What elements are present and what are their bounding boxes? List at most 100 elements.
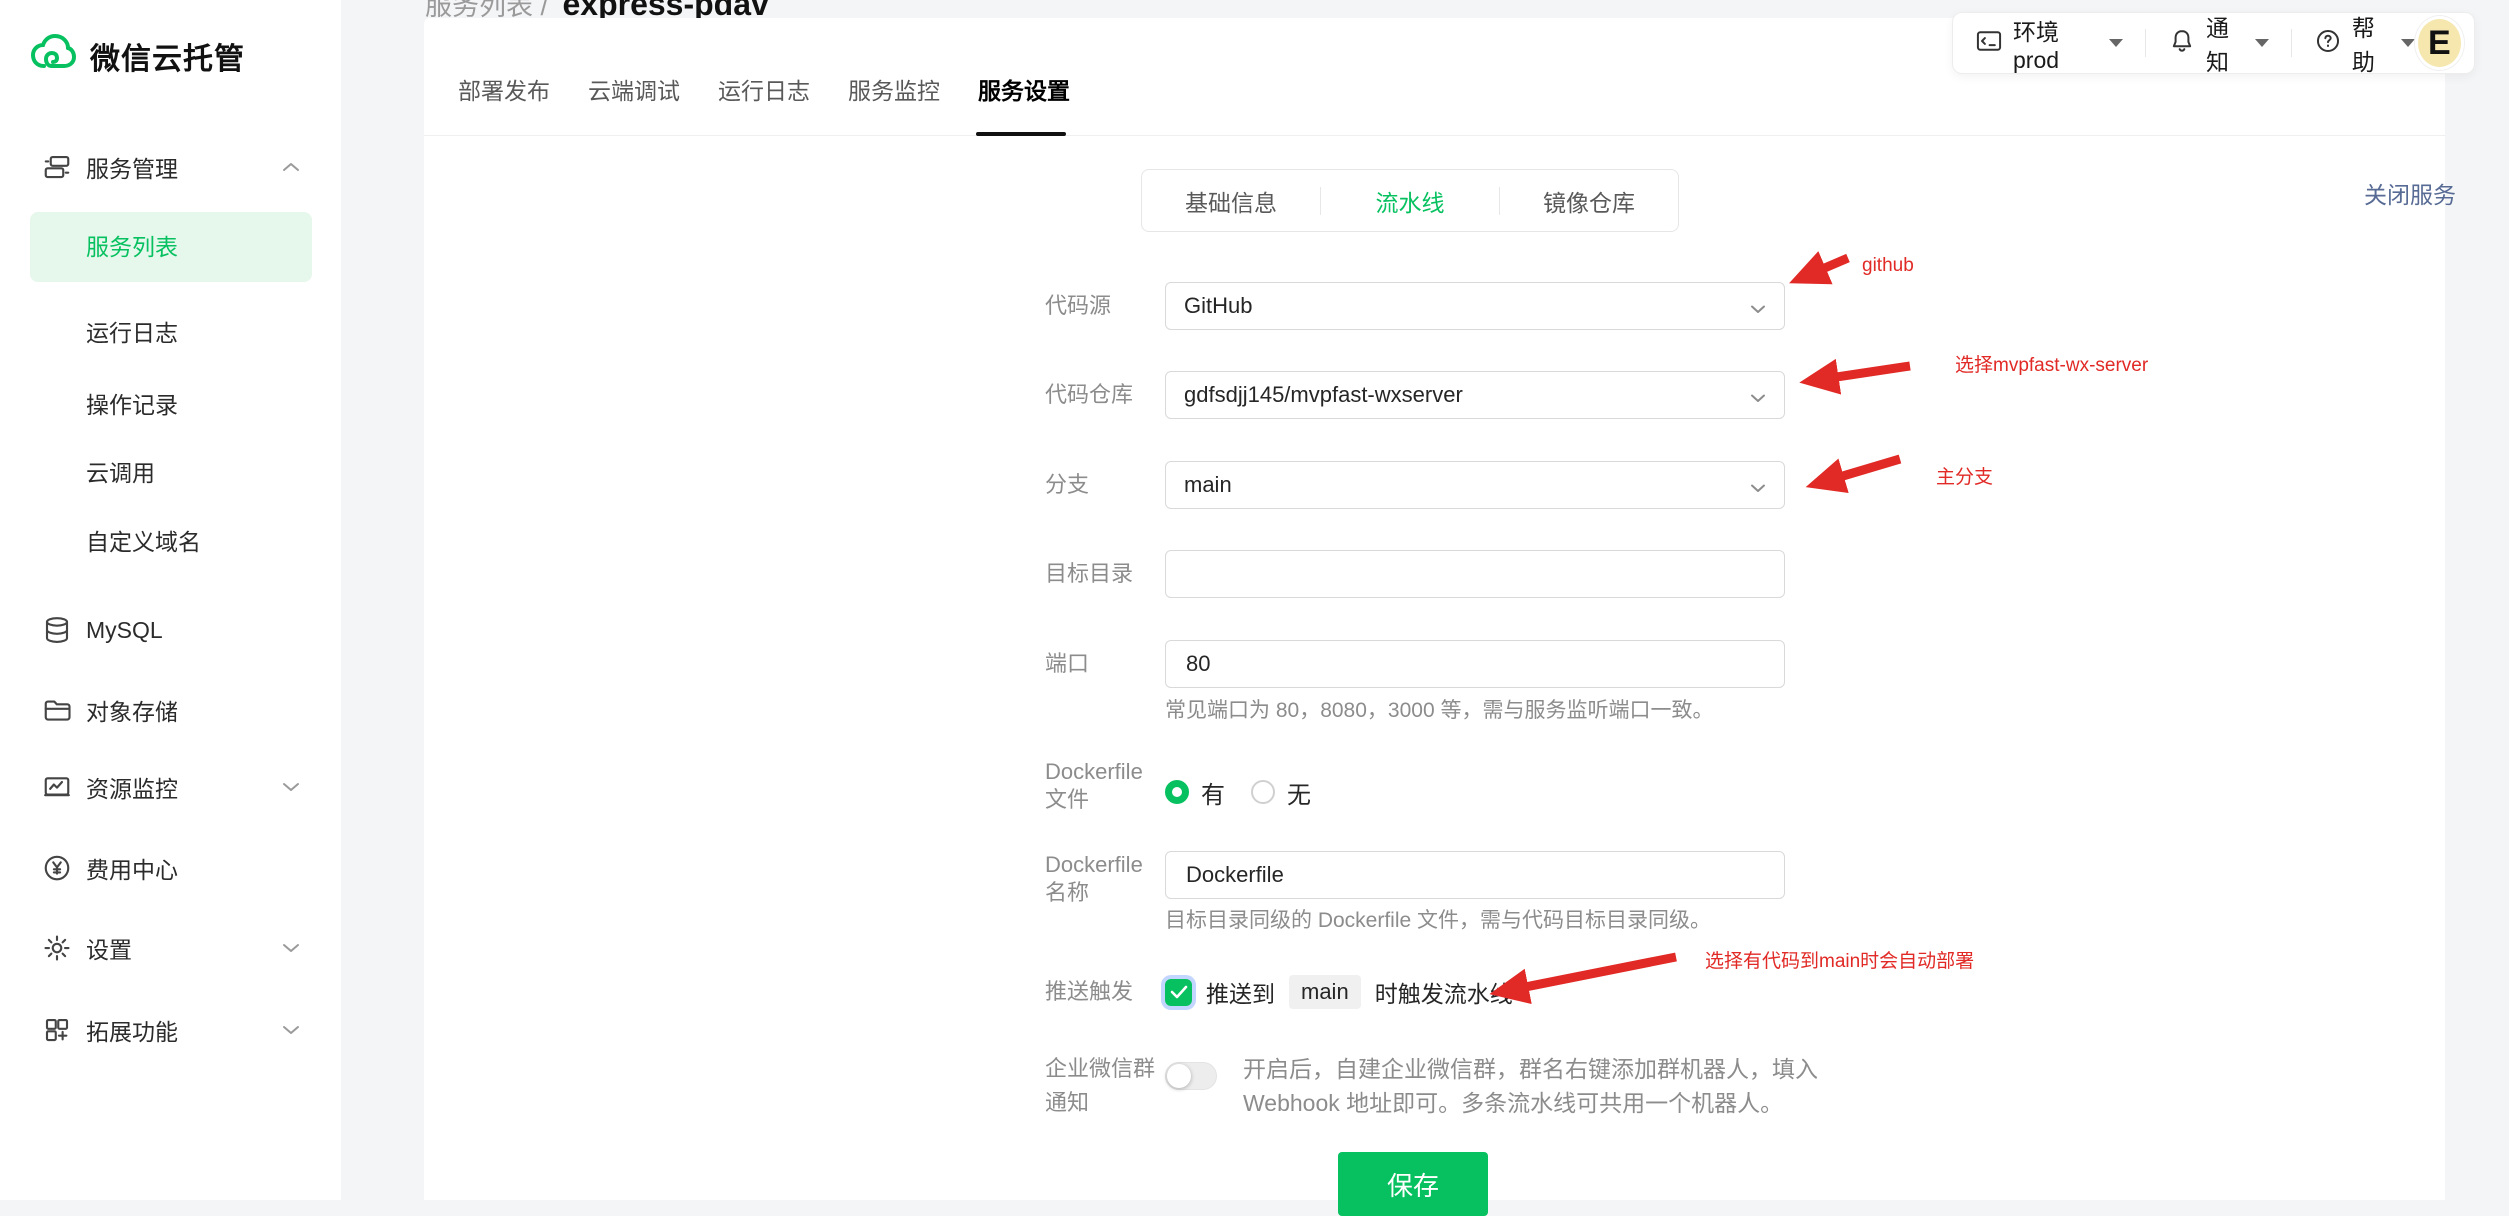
field-label: 代码仓库 <box>1045 371 1165 419</box>
notifications-menu[interactable]: 通知 <box>2168 9 2269 77</box>
chevron-down-icon <box>281 1023 301 1037</box>
chevron-up-icon <box>281 160 301 174</box>
target-dir-input[interactable] <box>1184 560 1766 588</box>
repo-select[interactable]: gdfsdjj145/mvpfast-wxserver <box>1165 371 1785 419</box>
help-menu[interactable]: 帮助 <box>2314 9 2415 77</box>
tab-service-settings[interactable]: 服务设置 <box>978 72 1078 106</box>
dockerfile-name-input-wrap <box>1165 851 1785 899</box>
sidebar-item-operation-records[interactable]: 操作记录 <box>0 375 341 431</box>
divider <box>2145 29 2146 57</box>
wecom-notify-toggle[interactable] <box>1165 1062 1217 1090</box>
sidebar-item-resource-monitor[interactable]: 资源监控 <box>0 759 341 815</box>
wecom-notify-setting: 开启后，自建企业微信群，群名右键添加群机器人，填入 Webhook 地址即可。多… <box>1165 1052 1823 1120</box>
topbar: 环境 prod 通知 帮助 E <box>1952 12 2475 74</box>
dockerfile-radio-group: 有 无 <box>1165 770 1325 814</box>
divider <box>2291 29 2292 57</box>
form-row-code-source: 代码源 GitHub <box>1045 282 1785 330</box>
form-row-push-trigger: 推送触发 推送到 main 时触发流水线 <box>1045 972 1513 1012</box>
services-icon <box>42 152 72 182</box>
subtab-group: 基础信息 流水线 镜像仓库 <box>1141 169 1679 232</box>
tab-run-logs[interactable]: 运行日志 <box>718 72 818 106</box>
bell-icon <box>2168 27 2196 60</box>
extensions-icon <box>42 1015 72 1045</box>
toggle-knob <box>1167 1064 1191 1088</box>
chevron-down-icon <box>281 780 301 794</box>
port-hint: 常见端口为 80，8080，3000 等，需与服务监听端口一致。 <box>1165 694 1713 724</box>
chevron-down-icon <box>1748 297 1768 323</box>
target-dir-input-wrap <box>1165 550 1785 598</box>
tabs-divider <box>424 135 2445 136</box>
sidebar-item-settings[interactable]: 设置 <box>0 920 341 976</box>
form-row-wecom-notify: 企业微信群 通知 开启后，自建企业微信群，群名右键添加群机器人，填入 Webho… <box>1045 1052 1823 1120</box>
save-button[interactable]: 保存 <box>1338 1152 1488 1216</box>
sidebar-item-billing-center[interactable]: 费用中心 <box>0 840 341 896</box>
environment-icon <box>1975 27 2003 60</box>
subtab-image-repo[interactable]: 镜像仓库 <box>1500 184 1678 218</box>
port-input-wrap <box>1165 640 1785 688</box>
form-row-dockerfile-name: Dockerfile 名称 <box>1045 851 1785 907</box>
field-label: 目标目录 <box>1045 550 1165 598</box>
settings-icon <box>42 933 72 963</box>
form-row-port: 端口 <box>1045 640 1785 688</box>
active-tab-indicator <box>976 132 1066 136</box>
brand-logo[interactable]: 微信云托管 <box>30 33 245 78</box>
form-row-target-dir: 目标目录 <box>1045 550 1785 598</box>
cloud-logo-icon <box>30 33 76 78</box>
help-icon <box>2314 27 2342 60</box>
subtab-pipeline[interactable]: 流水线 <box>1321 184 1499 218</box>
sidebar-item-service-management[interactable]: 服务管理 <box>0 139 341 195</box>
field-label: 代码源 <box>1045 282 1165 330</box>
chevron-down-icon <box>1748 386 1768 412</box>
sidebar-item-custom-domain[interactable]: 自定义域名 <box>0 512 341 568</box>
sidebar-item-run-logs[interactable]: 运行日志 <box>0 303 341 359</box>
push-trigger-checkbox[interactable] <box>1165 979 1192 1006</box>
annotation-select-repo: 选择mvpfast-wx-server <box>1955 350 2148 377</box>
code-source-select[interactable]: GitHub <box>1165 282 1785 330</box>
tab-monitor[interactable]: 服务监控 <box>848 72 948 106</box>
subtab-basic-info[interactable]: 基础信息 <box>1142 184 1320 218</box>
branch-select[interactable]: main <box>1165 461 1785 509</box>
monitor-icon <box>42 772 72 802</box>
sidebar: 微信云托管 服务管理 服务列表 运行日志 操作记录 云调用 自定义域名 MySQ… <box>0 0 341 1200</box>
dockerfile-hint: 目标目录同级的 Dockerfile 文件，需与代码目标目录同级。 <box>1165 904 1711 934</box>
form-row-dockerfile-file: Dockerfile 文件 有 无 <box>1045 758 1325 814</box>
form-row-repo: 代码仓库 gdfsdjj145/mvpfast-wxserver <box>1045 371 1785 419</box>
billing-icon <box>42 853 72 883</box>
field-label: Dockerfile 文件 <box>1045 758 1165 814</box>
mysql-icon <box>42 615 72 645</box>
caret-down-icon <box>2109 39 2123 47</box>
tab-cloud-debug[interactable]: 云端调试 <box>588 72 688 106</box>
field-label: 推送触发 <box>1045 972 1165 1012</box>
dockerfile-name-input[interactable] <box>1184 861 1766 889</box>
sidebar-item-service-list[interactable]: 服务列表 <box>30 212 312 282</box>
user-avatar[interactable]: E <box>2415 16 2464 70</box>
storage-icon <box>42 695 72 725</box>
push-trigger-setting: 推送到 main 时触发流水线 <box>1165 972 1513 1012</box>
branch-tag: main <box>1289 975 1361 1009</box>
form-row-branch: 分支 main <box>1045 461 1785 509</box>
radio-no[interactable] <box>1251 780 1275 804</box>
sidebar-item-object-storage[interactable]: 对象存储 <box>0 682 341 738</box>
field-label: 端口 <box>1045 640 1165 688</box>
tab-deploy[interactable]: 部署发布 <box>458 72 558 106</box>
field-label: 企业微信群 通知 <box>1045 1052 1165 1120</box>
wecom-notify-description: 开启后，自建企业微信群，群名右键添加群机器人，填入 Webhook 地址即可。多… <box>1243 1052 1823 1120</box>
annotation-auto-deploy: 选择有代码到main时会自动部署 <box>1705 946 1974 973</box>
chevron-down-icon <box>1748 476 1768 502</box>
radio-yes[interactable] <box>1165 780 1189 804</box>
sidebar-item-mysql[interactable]: MySQL <box>0 602 341 658</box>
caret-down-icon <box>2255 39 2269 47</box>
caret-down-icon <box>2401 39 2415 47</box>
field-label: 分支 <box>1045 461 1165 509</box>
field-label: Dockerfile 名称 <box>1045 851 1165 907</box>
sidebar-item-extensions[interactable]: 拓展功能 <box>0 1002 341 1058</box>
annotation-main-branch: 主分支 <box>1936 462 1993 489</box>
annotation-github: github <box>1862 255 1914 277</box>
wechat-cloudrun-console: { "colors": { "accent_green": "#07c160",… <box>0 0 2509 1200</box>
environment-selector[interactable]: 环境 prod <box>1975 13 2123 74</box>
sidebar-item-cloud-call[interactable]: 云调用 <box>0 443 341 499</box>
brand-name: 微信云托管 <box>90 34 245 78</box>
close-service-link[interactable]: 关闭服务 <box>2364 176 2456 210</box>
chevron-down-icon <box>281 941 301 955</box>
port-input[interactable] <box>1184 650 1766 678</box>
